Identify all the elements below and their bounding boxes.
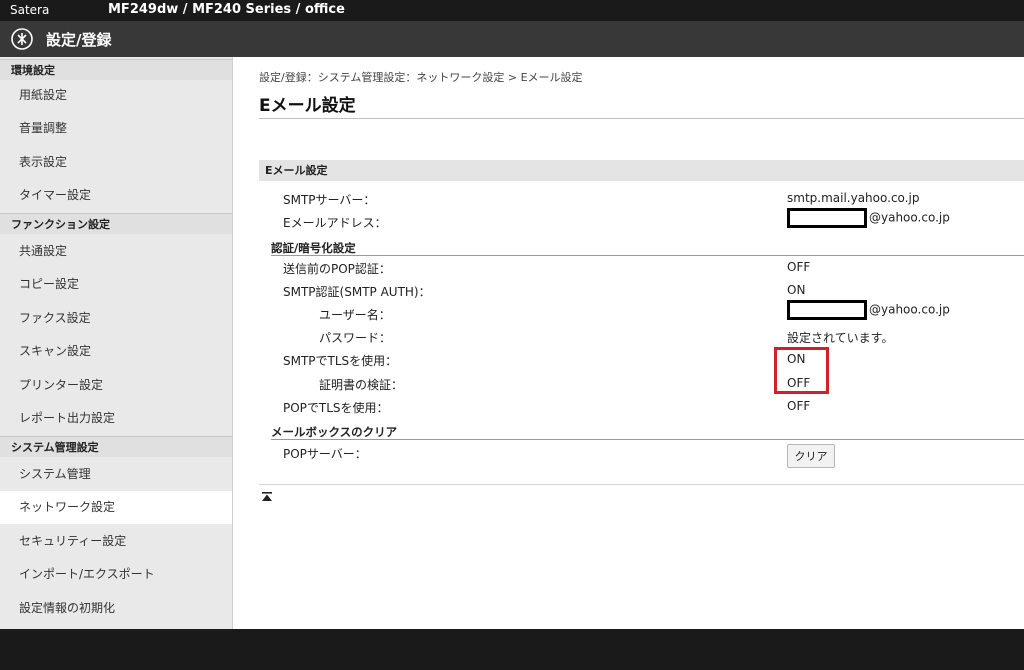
sidebar-section-system: システム管理設定 [0,436,232,457]
pop-tls-value: OFF [787,399,811,413]
email-address-label: Eメールアドレス： [283,216,387,230]
mailbox-section-divider [271,439,1024,440]
redacted-box [787,208,867,228]
redacted-box [787,300,867,320]
clear-button[interactable]: クリア [787,444,835,468]
sidebar-item-system-admin[interactable]: システム管理 [0,458,232,491]
page-title: Eメール設定 [259,96,356,116]
sidebar-item-network[interactable]: ネットワーク設定 [0,491,232,524]
sidebar-item-import-export[interactable]: インポート/エクスポート [0,558,232,591]
scroll-to-top-icon[interactable] [261,491,273,503]
email-address-value: @yahoo.co.jp [787,208,950,228]
smtp-tls-label: SMTPでTLSを使用： [283,354,398,368]
sidebar-item-report[interactable]: レポート出力設定 [0,402,232,435]
pop-server-label: POPサーバー： [283,447,367,461]
email-domain: @yahoo.co.jp [869,210,950,225]
sidebar-item-reset[interactable]: 設定情報の初期化 [0,592,232,625]
breadcrumb: 設定/登録：システム管理設定：ネットワーク設定 > Eメール設定 [259,71,583,84]
title-divider [259,118,1024,119]
auth-section-divider [271,255,1024,256]
sidebar-section-environment: 環境設定 [0,59,232,80]
auth-section-title: 認証/暗号化設定 [271,241,356,255]
sidebar-item-copy[interactable]: コピー設定 [0,268,232,301]
smtp-auth-value: ON [787,283,806,297]
cert-verify-label: 証明書の検証： [319,378,404,392]
sidebar-item-security[interactable]: セキュリティー設定 [0,525,232,558]
password-value: 設定されています。 [787,331,894,345]
username-label: ユーザー名： [319,308,391,322]
sidebar-item-printer[interactable]: プリンター設定 [0,369,232,402]
brand-name: Satera [10,3,50,17]
sidebar: 環境設定 用紙設定 音量調整 表示設定 タイマー設定 ファンクション設定 共通設… [0,57,233,629]
username-domain: @yahoo.co.jp [869,302,950,317]
header-title: 設定/登録 [46,31,112,49]
sidebar-item-common[interactable]: 共通設定 [0,235,232,268]
smtp-server-label: SMTPサーバー： [283,193,376,207]
password-label: パスワード： [319,331,392,345]
content-bottom-divider [259,484,1024,485]
sidebar-item-fax[interactable]: ファクス設定 [0,302,232,335]
mailbox-section-title: メールボックスのクリア [271,425,398,439]
smtp-server-value: smtp.mail.yahoo.co.jp [787,191,920,205]
username-value: @yahoo.co.jp [787,300,950,320]
group-header-email: Eメール設定 [259,160,1024,181]
top-bar: Satera MF249dw / MF240 Series / office [0,0,1024,21]
sidebar-item-scan[interactable]: スキャン設定 [0,335,232,368]
sidebar-item-volume[interactable]: 音量調整 [0,112,232,145]
pop-before-smtp-label: 送信前のPOP認証： [283,262,391,276]
sidebar-item-timer[interactable]: タイマー設定 [0,179,232,212]
sidebar-item-paper[interactable]: 用紙設定 [0,79,232,112]
settings-icon [11,28,33,50]
device-model: MF249dw / MF240 Series / office [108,2,345,17]
smtp-auth-label: SMTP認証(SMTP AUTH)： [283,285,431,299]
app-header: 設定/登録 [0,21,1024,57]
pop-before-smtp-value: OFF [787,260,811,274]
pop-tls-label: POPでTLSを使用： [283,401,389,415]
sidebar-section-function: ファンクション設定 [0,213,232,234]
main-content: 設定/登録：システム管理設定：ネットワーク設定 > Eメール設定 Eメール設定 … [233,57,1024,629]
highlight-box [774,347,829,394]
footer-bar [0,629,1024,670]
sidebar-item-display[interactable]: 表示設定 [0,146,232,179]
